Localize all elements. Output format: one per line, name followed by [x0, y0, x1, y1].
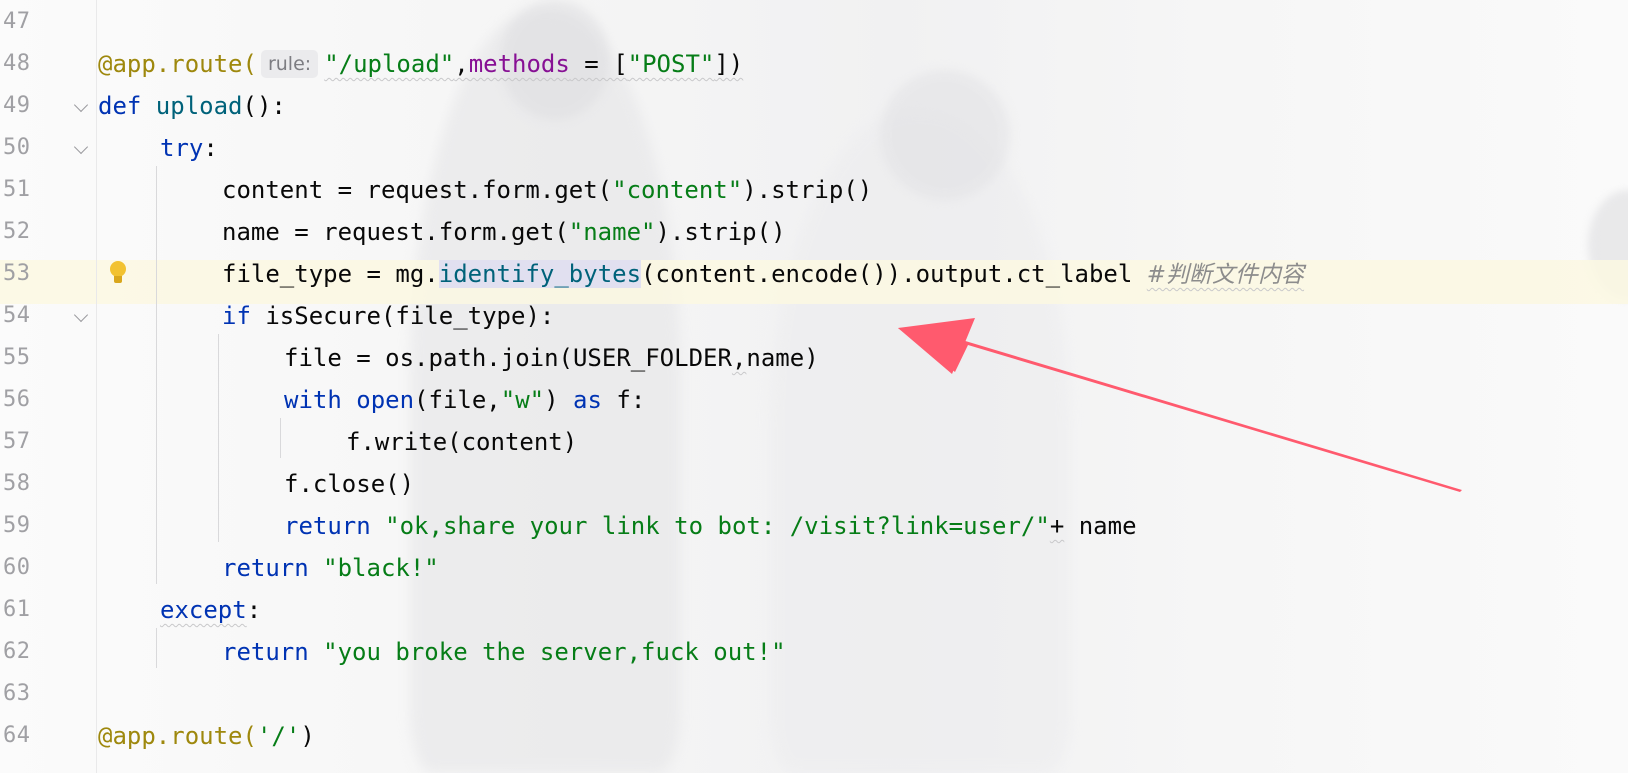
code-editor[interactable]: 47 48 @app.route(rule: "/upload",methods …	[0, 0, 1628, 773]
annotation-arrow-icon	[898, 318, 1462, 492]
